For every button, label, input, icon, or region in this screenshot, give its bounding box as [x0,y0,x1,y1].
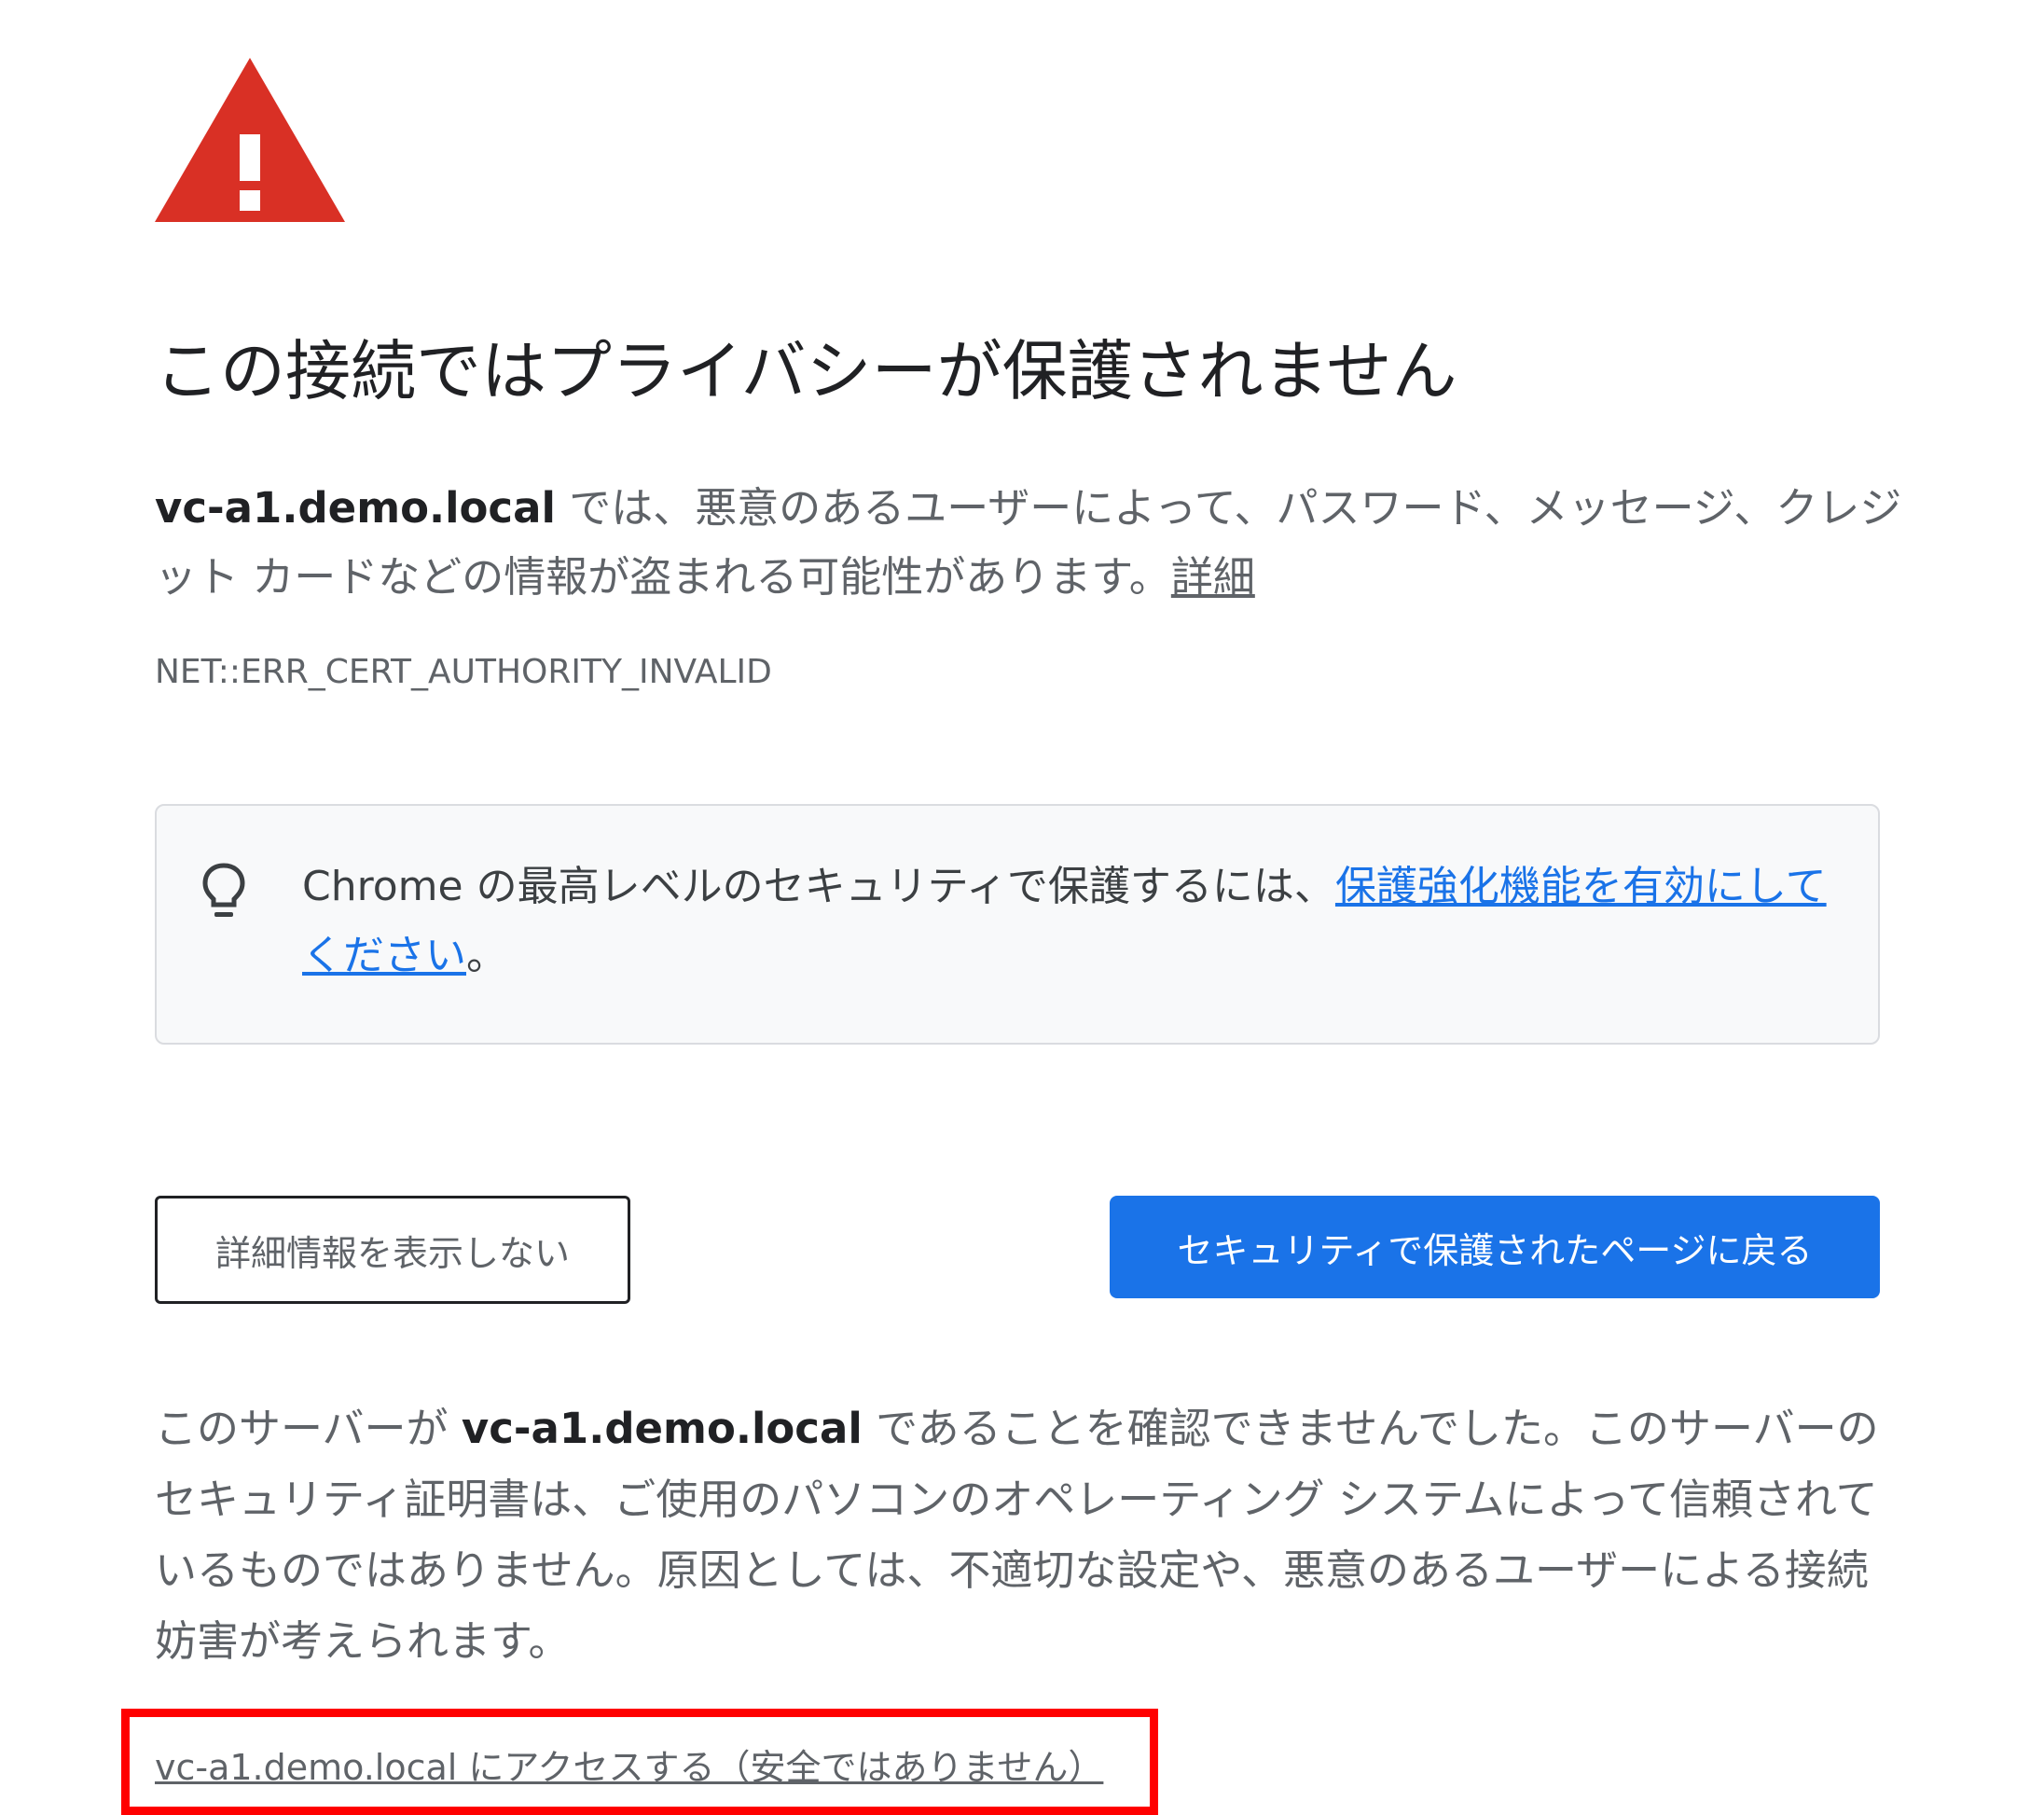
description-host: vc-a1.demo.local [155,483,556,533]
enhanced-protection-text: Chrome の最高レベルのセキュリティで保護するには、保護強化機能を有効にして… [302,852,1831,991]
enhanced-protection-box: Chrome の最高レベルのセキュリティで保護するには、保護強化機能を有効にして… [155,804,1880,1045]
learn-more-link[interactable]: 詳細 [1171,552,1255,602]
hide-details-button[interactable]: 詳細情報を表示しない [155,1196,630,1304]
page-title: この接続ではプライバシーが保護されません [155,333,1457,409]
explanation-host: vc-a1.demo.local [461,1404,863,1453]
details-explanation: このサーバーが vc-a1.demo.local であることを確認できませんでし… [155,1393,1899,1677]
enhanced-protection-suffix: 。 [466,932,507,979]
explanation-before: このサーバーが [155,1404,462,1453]
lightbulb-icon [202,863,245,917]
back-to-safety-button[interactable]: セキュリティで保護されたページに戻る [1110,1196,1880,1298]
description: vc-a1.demo.local では、悪意のあるユーザーによって、パスワード、… [155,474,1908,612]
error-code: NET::ERR_CERT_AUTHORITY_INVALID [155,653,772,691]
enhanced-protection-label: Chrome の最高レベルのセキュリティで保護するには、 [302,863,1335,910]
proceed-unsafe-link[interactable]: vc-a1.demo.local にアクセスする（安全ではありません） [155,1739,1103,1790]
warning-triangle-icon [155,58,345,222]
